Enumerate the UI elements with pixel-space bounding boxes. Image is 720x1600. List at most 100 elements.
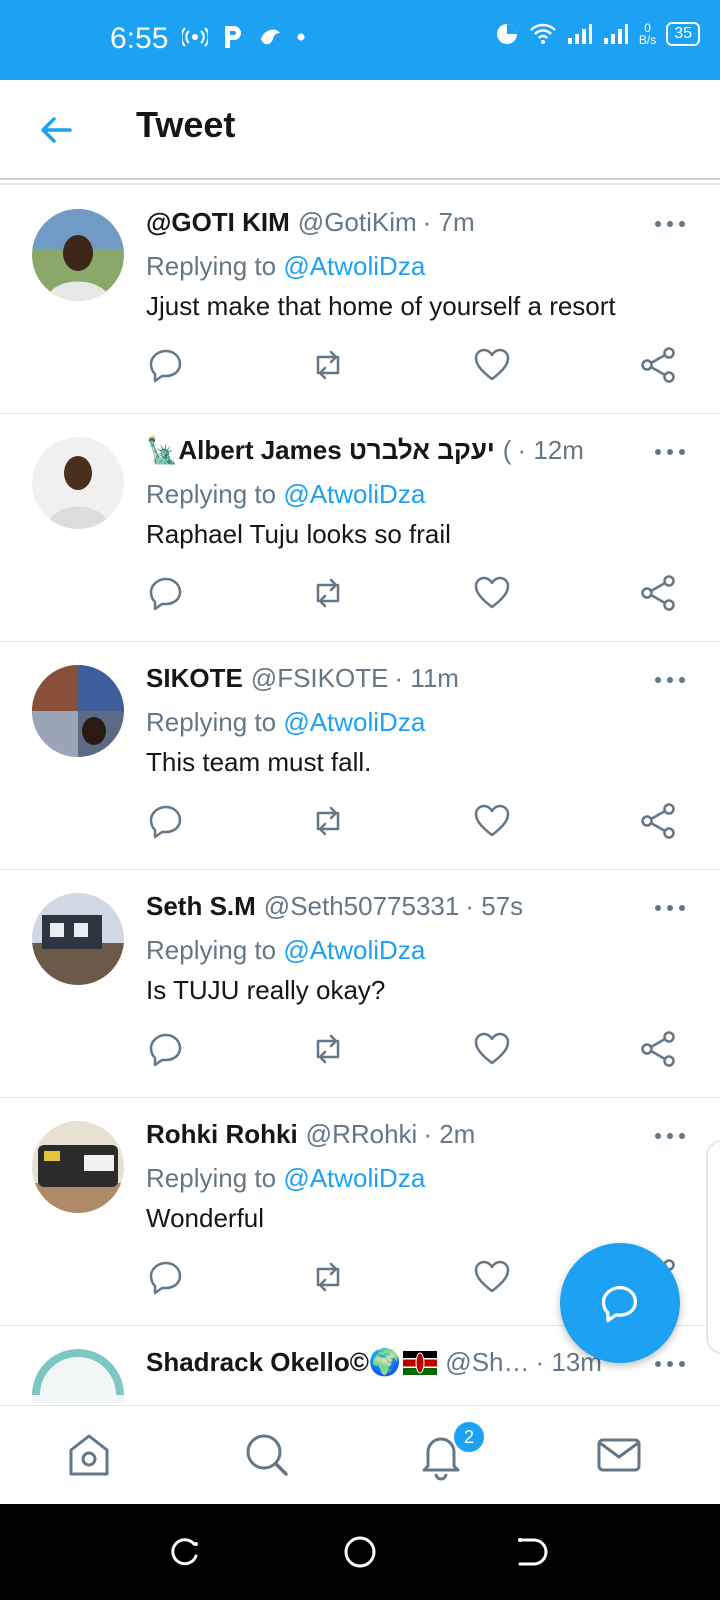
battery-indicator: 35 <box>666 22 700 46</box>
more-icon[interactable] <box>652 445 688 459</box>
tweet-item[interactable]: SIKOTE @FSIKOTE · 11m Replying to @Atwol… <box>0 639 720 870</box>
author-handle[interactable]: @FSIKOTE <box>251 663 389 694</box>
heart-icon[interactable] <box>472 345 512 385</box>
reply-feed[interactable]: @GOTI KIM @GotiKim · 7m Replying to @Atw… <box>0 183 720 1403</box>
more-icon[interactable] <box>652 1357 688 1371</box>
heart-icon[interactable] <box>472 1257 512 1297</box>
share-icon[interactable] <box>638 801 678 841</box>
replying-to: Replying to @AtwoliDza <box>146 1163 425 1194</box>
tweet-item[interactable]: @GOTI KIM @GotiKim · 7m Replying to @Atw… <box>0 183 720 414</box>
bottom-navigation: 2 <box>0 1405 720 1504</box>
bird-app-icon <box>261 29 280 45</box>
replying-to-label: Replying to <box>146 1163 277 1193</box>
tweet-header: Shadrack Okello© 🌍 @Sh… · 13m <box>146 1347 656 1378</box>
more-icon[interactable] <box>652 673 688 687</box>
retweet-icon[interactable] <box>308 1257 348 1297</box>
replying-to-label: Replying to <box>146 479 277 509</box>
tweet-text: Wonderful <box>146 1203 265 1233</box>
replying-to: Replying to @AtwoliDza <box>146 479 425 510</box>
author-name[interactable]: Shadrack Okello© <box>146 1347 369 1378</box>
notifications-badge: 2 <box>452 1420 486 1454</box>
recents-icon[interactable] <box>164 1532 204 1572</box>
home-system-icon[interactable] <box>340 1532 380 1572</box>
more-icon[interactable] <box>652 1129 688 1143</box>
author-handle[interactable]: @GotiKim <box>298 207 417 238</box>
author-name[interactable]: SIKOTE <box>146 663 243 694</box>
heart-icon[interactable] <box>472 573 512 613</box>
compose-reply-icon <box>601 1285 638 1323</box>
retweet-icon[interactable] <box>308 1029 348 1069</box>
heart-icon[interactable] <box>472 801 512 841</box>
avatar[interactable] <box>32 1349 124 1403</box>
author-name[interactable]: Rohki Rohki <box>146 1119 298 1150</box>
status-left-icons <box>182 24 306 50</box>
wifi-icon <box>529 23 556 44</box>
home-icon[interactable] <box>62 1428 116 1482</box>
edge-panel-handle[interactable] <box>706 1140 720 1354</box>
reply-icon[interactable] <box>146 801 186 841</box>
retweet-icon[interactable] <box>308 573 348 613</box>
share-icon[interactable] <box>638 1029 678 1069</box>
mention-link[interactable]: @AtwoliDza <box>283 707 425 737</box>
author-name[interactable]: Seth S.M <box>146 891 256 922</box>
author-handle[interactable]: @Seth50775331 <box>264 891 460 922</box>
more-icon[interactable] <box>652 901 688 915</box>
network-speed-unit: B/s <box>638 33 657 47</box>
hotspot-icon <box>182 27 208 47</box>
author-name[interactable]: Albert James יעקב אלברט <box>178 435 494 466</box>
heart-icon[interactable] <box>472 1029 512 1069</box>
avatar[interactable] <box>32 437 124 529</box>
avatar[interactable] <box>32 893 124 985</box>
reply-icon[interactable] <box>146 1029 186 1069</box>
avatar[interactable] <box>32 665 124 757</box>
avatar[interactable] <box>32 1121 124 1213</box>
system-navigation-bar <box>0 1504 720 1600</box>
tweet-text: Is TUJU really okay? <box>146 975 386 1005</box>
tweet-actions <box>146 573 686 613</box>
retweet-icon[interactable] <box>308 345 348 385</box>
status-time: 6:55 <box>110 22 169 55</box>
back-system-icon[interactable] <box>510 1532 550 1572</box>
signal-2-icon <box>603 24 628 44</box>
status-bar: 6:55 0 B/s 35 <box>0 0 720 80</box>
mention-link[interactable]: @AtwoliDza <box>283 251 425 281</box>
replying-to: Replying to @AtwoliDza <box>146 251 425 282</box>
tweet-item[interactable]: Seth S.M @Seth50775331 · 57s Replying to… <box>0 867 720 1098</box>
replying-to-label: Replying to <box>146 935 277 965</box>
mention-link[interactable]: @AtwoliDza <box>283 479 425 509</box>
p-app-icon <box>225 26 241 48</box>
reply-icon[interactable] <box>146 345 186 385</box>
tweet-text: Jjust make that home of yourself a resor… <box>146 291 616 321</box>
tweet-text: Raphael Tuju looks so frail <box>146 519 451 549</box>
author-handle[interactable]: @RRohki <box>306 1119 418 1150</box>
replying-to-label: Replying to <box>146 707 277 737</box>
tweet-actions <box>146 345 686 385</box>
share-icon[interactable] <box>638 345 678 385</box>
avatar[interactable] <box>32 209 124 301</box>
tweet-item[interactable]: 🗽 Albert James יעקב אלברט ( · 12m Replyi… <box>0 411 720 642</box>
author-handle[interactable]: ( <box>503 435 512 466</box>
author-name[interactable]: @GOTI KIM <box>146 207 290 238</box>
tweet-time: · 2m <box>423 1119 476 1149</box>
back-button[interactable] <box>36 110 76 150</box>
retweet-icon[interactable] <box>308 801 348 841</box>
author-handle[interactable]: @Sh… <box>445 1347 529 1378</box>
mention-link[interactable]: @AtwoliDza <box>283 935 425 965</box>
data-saver-icon <box>496 24 517 44</box>
mention-link[interactable]: @AtwoliDza <box>283 1163 425 1193</box>
reply-icon[interactable] <box>146 573 186 613</box>
page-title: Tweet <box>136 104 236 145</box>
tweet-time: · 11m <box>394 663 459 693</box>
tweet-text: This team must fall. <box>146 747 372 777</box>
compose-reply-button[interactable] <box>560 1243 680 1363</box>
replying-to: Replying to @AtwoliDza <box>146 707 425 738</box>
tweet-header: SIKOTE @FSIKOTE · 11m <box>146 663 656 694</box>
globe-icon: 🌍 <box>368 1347 402 1377</box>
search-icon[interactable] <box>240 1428 294 1482</box>
mail-icon[interactable] <box>592 1428 646 1482</box>
kenya-flag-icon <box>403 1350 438 1375</box>
reply-icon[interactable] <box>146 1257 186 1297</box>
tweet-header: Rohki Rohki @RRohki · 2m <box>146 1119 656 1150</box>
more-icon[interactable] <box>652 217 688 231</box>
share-icon[interactable] <box>638 573 678 613</box>
